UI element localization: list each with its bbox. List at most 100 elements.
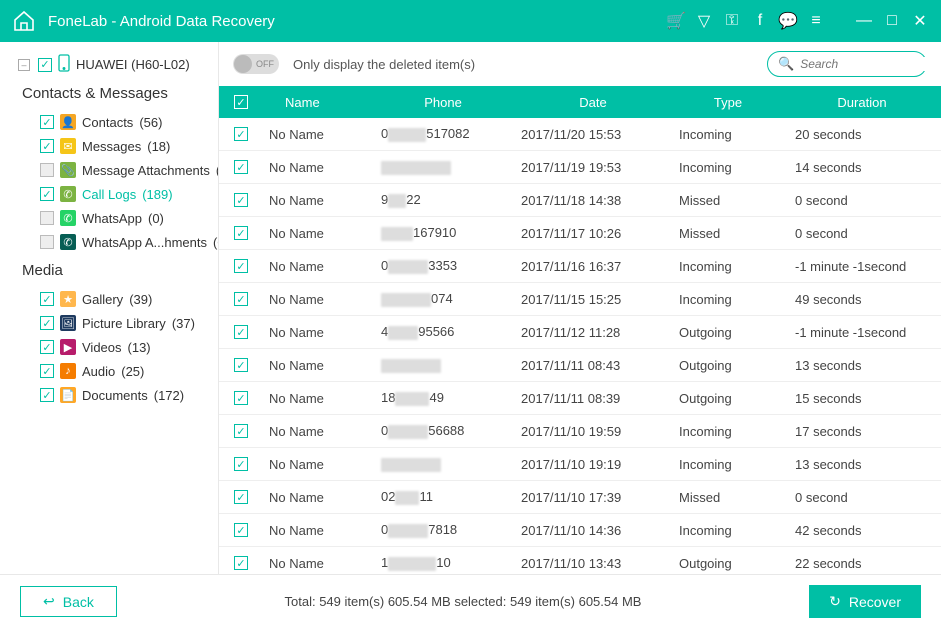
sidebar-item-audio[interactable]: ✓♪Audio (25) <box>18 359 210 383</box>
row-checkbox[interactable]: ✓ <box>234 292 248 306</box>
item-checkbox[interactable]: ✓ <box>40 316 54 330</box>
maximize-icon[interactable]: □ <box>883 12 901 30</box>
header-name[interactable]: Name <box>263 95 373 110</box>
item-checkbox[interactable]: ✓ <box>40 211 54 225</box>
facebook-icon[interactable]: f <box>751 12 769 30</box>
row-checkbox[interactable]: ✓ <box>234 424 248 438</box>
cell-name: No Name <box>263 457 373 472</box>
item-checkbox[interactable]: ✓ <box>40 163 54 177</box>
cell-type: Outgoing <box>673 325 783 340</box>
table-row[interactable]: ✓No Name0x5170822017/11/20 15:53Incoming… <box>219 118 941 151</box>
row-checkbox[interactable]: ✓ <box>234 358 248 372</box>
table-row[interactable]: ✓No Name0x33532017/11/16 16:37Incoming-1… <box>219 250 941 283</box>
sidebar-item-messages[interactable]: ✓✉Messages (18) <box>18 134 210 158</box>
table-row[interactable]: ✓No Namex2017/11/19 19:53Incoming14 seco… <box>219 151 941 184</box>
cell-duration: -1 minute -1second <box>783 325 941 340</box>
category-icon: ✉ <box>60 138 76 154</box>
wifi-icon[interactable]: ▽ <box>695 11 713 31</box>
row-checkbox[interactable]: ✓ <box>234 193 248 207</box>
sidebar-item-whatsapp-a-hments[interactable]: ✓✆WhatsApp A...hments (0) <box>18 230 210 254</box>
item-checkbox[interactable]: ✓ <box>40 235 54 249</box>
key-icon[interactable]: ⚿ <box>723 12 741 30</box>
sidebar-item-videos[interactable]: ✓▶Videos (13) <box>18 335 210 359</box>
sidebar-item-label: Videos <box>82 340 122 355</box>
table-row[interactable]: ✓No Name9x222017/11/18 14:38Missed0 seco… <box>219 184 941 217</box>
cell-name: No Name <box>263 160 373 175</box>
table-row[interactable]: ✓No Namex2017/11/11 08:43Outgoing13 seco… <box>219 349 941 382</box>
item-checkbox[interactable]: ✓ <box>40 364 54 378</box>
home-icon[interactable] <box>12 9 36 33</box>
sidebar-item-count: (189) <box>142 187 172 202</box>
header-date[interactable]: Date <box>513 95 673 110</box>
sidebar-item-label: WhatsApp <box>82 211 142 226</box>
title-bar: FoneLab - Android Data Recovery 🛒 ▽ ⚿ f … <box>0 0 941 42</box>
header-type[interactable]: Type <box>673 95 783 110</box>
device-checkbox[interactable]: ✓ <box>38 58 52 72</box>
row-checkbox[interactable]: ✓ <box>234 226 248 240</box>
table-row[interactable]: ✓No Namex1679102017/11/17 10:26Missed0 s… <box>219 217 941 250</box>
row-checkbox[interactable]: ✓ <box>234 490 248 504</box>
row-checkbox[interactable]: ✓ <box>234 556 248 570</box>
sidebar-item-documents[interactable]: ✓📄Documents (172) <box>18 383 210 407</box>
table-row[interactable]: ✓No Namex0742017/11/15 15:25Incoming49 s… <box>219 283 941 316</box>
row-checkbox[interactable]: ✓ <box>234 391 248 405</box>
header-phone[interactable]: Phone <box>373 95 513 110</box>
table-row[interactable]: ✓No Namex2017/11/10 19:19Incoming13 seco… <box>219 448 941 481</box>
row-checkbox[interactable]: ✓ <box>234 457 248 471</box>
table-row[interactable]: ✓No Name0x78182017/11/10 14:36Incoming42… <box>219 514 941 547</box>
search-input[interactable] <box>800 57 941 71</box>
sidebar-item-contacts[interactable]: ✓👤Contacts (56) <box>18 110 210 134</box>
cell-duration: 0 second <box>783 490 941 505</box>
select-all-checkbox[interactable]: ✓ <box>234 95 248 109</box>
cell-name: No Name <box>263 556 373 571</box>
item-checkbox[interactable]: ✓ <box>40 340 54 354</box>
cart-icon[interactable]: 🛒 <box>667 11 685 31</box>
row-checkbox[interactable]: ✓ <box>234 160 248 174</box>
sidebar: – ✓ HUAWEI (H60-L02) Contacts & Messages… <box>0 42 218 574</box>
row-checkbox[interactable]: ✓ <box>234 259 248 273</box>
back-button[interactable]: ↩ Back <box>20 586 117 617</box>
sidebar-item-message-attachments[interactable]: ✓📎Message Attachments (0) <box>18 158 210 182</box>
header-duration[interactable]: Duration <box>783 95 941 110</box>
device-row[interactable]: – ✓ HUAWEI (H60-L02) <box>18 54 210 75</box>
cell-date: 2017/11/18 14:38 <box>513 193 673 208</box>
cell-phone: 4x95566 <box>373 324 513 340</box>
cell-name: No Name <box>263 226 373 241</box>
table-row[interactable]: ✓No Name4x955662017/11/12 11:28Outgoing-… <box>219 316 941 349</box>
close-icon[interactable]: ✕ <box>911 11 929 31</box>
cell-name: No Name <box>263 127 373 142</box>
item-checkbox[interactable]: ✓ <box>40 139 54 153</box>
table-row[interactable]: ✓No Name02x112017/11/10 17:39Missed0 sec… <box>219 481 941 514</box>
sidebar-item-count: (39) <box>129 292 152 307</box>
sidebar-item-count: (25) <box>121 364 144 379</box>
table-row[interactable]: ✓No Name1x102017/11/10 13:43Outgoing22 s… <box>219 547 941 574</box>
table-row[interactable]: ✓No Name0x566882017/11/10 19:59Incoming1… <box>219 415 941 448</box>
item-checkbox[interactable]: ✓ <box>40 187 54 201</box>
table-body[interactable]: ✓No Name0x5170822017/11/20 15:53Incoming… <box>219 118 941 574</box>
item-checkbox[interactable]: ✓ <box>40 292 54 306</box>
menu-icon[interactable]: ≡ <box>807 12 825 30</box>
sidebar-item-picture-library[interactable]: ✓🖼Picture Library (37) <box>18 311 210 335</box>
cell-duration: 17 seconds <box>783 424 941 439</box>
item-checkbox[interactable]: ✓ <box>40 388 54 402</box>
collapse-toggle-icon[interactable]: – <box>18 59 30 71</box>
titlebar-actions: 🛒 ▽ ⚿ f 💬 ≡ — □ ✕ <box>667 11 929 31</box>
sidebar-item-whatsapp[interactable]: ✓✆WhatsApp (0) <box>18 206 210 230</box>
search-box[interactable]: 🔍 <box>767 51 927 77</box>
row-checkbox[interactable]: ✓ <box>234 325 248 339</box>
table-row[interactable]: ✓No Name18x492017/11/11 08:39Outgoing15 … <box>219 382 941 415</box>
sidebar-item-count: (13) <box>128 340 151 355</box>
cell-name: No Name <box>263 325 373 340</box>
cell-type: Outgoing <box>673 556 783 571</box>
minimize-icon[interactable]: — <box>855 12 873 30</box>
deleted-only-toggle[interactable]: OFF <box>233 54 279 74</box>
cell-duration: 49 seconds <box>783 292 941 307</box>
toggle-off-label: OFF <box>256 59 274 69</box>
sidebar-item-gallery[interactable]: ✓★Gallery (39) <box>18 287 210 311</box>
sidebar-item-call-logs[interactable]: ✓✆Call Logs (189) <box>18 182 210 206</box>
item-checkbox[interactable]: ✓ <box>40 115 54 129</box>
row-checkbox[interactable]: ✓ <box>234 523 248 537</box>
feedback-icon[interactable]: 💬 <box>779 11 797 31</box>
row-checkbox[interactable]: ✓ <box>234 127 248 141</box>
recover-button[interactable]: ↻ Recover <box>809 585 921 618</box>
